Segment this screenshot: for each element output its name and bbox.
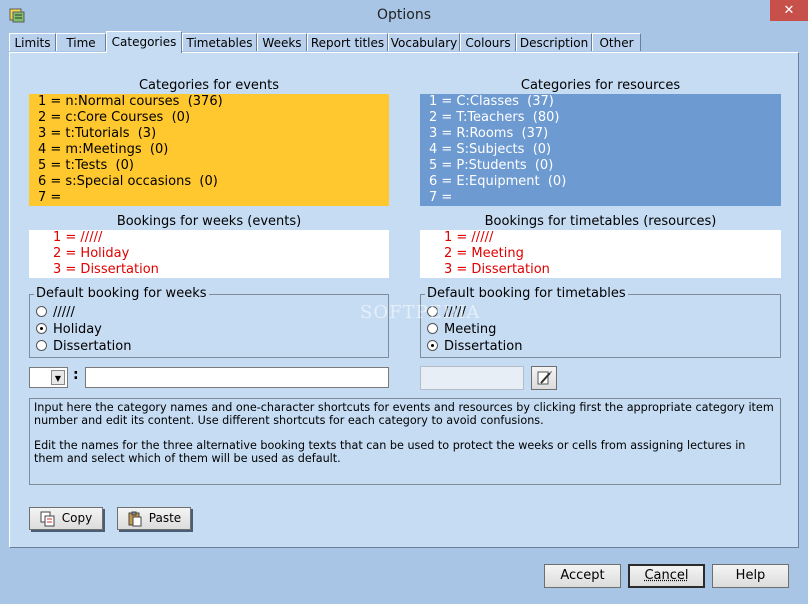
tab-colours[interactable]: Colours xyxy=(460,33,516,51)
accept-button[interactable]: Accept xyxy=(544,564,621,588)
paste-button[interactable]: Paste xyxy=(117,507,191,530)
list-item[interactable]: 7 = xyxy=(38,190,389,206)
list-item[interactable]: 4 = m:Meetings (0) xyxy=(38,142,389,158)
tab-timetables[interactable]: Timetables xyxy=(182,33,257,51)
list-item[interactable]: 1 = ///// xyxy=(53,230,389,246)
list-item[interactable]: 1 = n:Normal courses (376) xyxy=(38,94,389,110)
help-text-paragraph-1: Input here the category names and one-ch… xyxy=(34,401,774,427)
list-item[interactable]: 2 = Meeting xyxy=(444,246,781,262)
watermark: SOFTPEDIA xyxy=(360,302,481,323)
tab-report-titles[interactable]: Report titles xyxy=(307,33,388,51)
bookings-weeks-list[interactable]: 1 = ///// 2 = Holiday 3 = Dissertation xyxy=(29,230,389,278)
default-weeks-title: Default booking for weeks xyxy=(34,286,209,302)
default-weeks-group: Default booking for weeks ///// Holiday … xyxy=(29,286,389,358)
list-item[interactable]: 3 = R:Rooms (37) xyxy=(429,126,781,142)
chevron-down-icon[interactable]: ▼ xyxy=(51,370,65,385)
bookings-timetables-heading: Bookings for timetables (resources) xyxy=(484,214,717,229)
colon-separator: : xyxy=(73,367,79,383)
tab-other[interactable]: Other xyxy=(592,33,641,51)
radio-button[interactable] xyxy=(36,340,47,351)
tab-vocabulary[interactable]: Vocabulary xyxy=(388,33,460,51)
tab-limits[interactable]: Limits xyxy=(9,33,56,51)
events-heading: Categories for events xyxy=(138,78,279,93)
list-item[interactable]: 1 = ///// xyxy=(444,230,781,246)
default-weeks-option-0[interactable]: ///// xyxy=(36,304,75,321)
cancel-button[interactable]: Cancel xyxy=(628,564,705,588)
list-item[interactable]: 3 = Dissertation xyxy=(444,262,781,278)
resources-list[interactable]: 1 = C:Classes (37) 2 = T:Teachers (80) 3… xyxy=(420,94,781,206)
radio-button[interactable] xyxy=(427,323,438,334)
title-bar: Options ✕ xyxy=(0,0,808,30)
radio-button[interactable] xyxy=(36,323,47,334)
paste-icon xyxy=(128,511,142,526)
list-item[interactable]: 2 = T:Teachers (80) xyxy=(429,110,781,126)
list-item[interactable]: 3 = Dissertation xyxy=(53,262,389,278)
shortcut-combo[interactable]: ▼ xyxy=(29,367,68,388)
list-item[interactable]: 6 = E:Equipment (0) xyxy=(429,174,781,190)
edit-icon xyxy=(537,371,552,385)
default-weeks-option-1[interactable]: Holiday xyxy=(36,321,102,338)
copy-icon xyxy=(40,511,55,526)
list-item[interactable]: 3 = t:Tutorials (3) xyxy=(38,126,389,142)
list-item[interactable]: 6 = s:Special occasions (0) xyxy=(38,174,389,190)
tab-time[interactable]: Time xyxy=(56,33,106,51)
list-item[interactable]: 4 = S:Subjects (0) xyxy=(429,142,781,158)
tab-description[interactable]: Description xyxy=(516,33,592,51)
radio-button[interactable] xyxy=(36,306,47,317)
window-title: Options xyxy=(376,7,432,23)
default-timetables-option-2[interactable]: Dissertation xyxy=(427,338,522,355)
help-text-paragraph-2: Edit the names for the three alternative… xyxy=(34,439,746,465)
tab-categories[interactable]: Categories xyxy=(106,31,182,53)
help-text-box: Input here the category names and one-ch… xyxy=(29,398,781,485)
radio-button[interactable] xyxy=(427,340,438,351)
events-list[interactable]: 1 = n:Normal courses (376) 2 = c:Core Co… xyxy=(29,94,389,206)
default-timetables-title: Default booking for timetables xyxy=(425,286,628,302)
list-item[interactable]: 1 = C:Classes (37) xyxy=(429,94,781,110)
default-timetables-option-1[interactable]: Meeting xyxy=(427,321,496,338)
help-button[interactable]: Help xyxy=(712,564,789,588)
close-button[interactable]: ✕ xyxy=(770,0,808,21)
category-name-input[interactable] xyxy=(85,367,389,388)
list-item[interactable]: 2 = Holiday xyxy=(53,246,389,262)
list-item[interactable]: 5 = P:Students (0) xyxy=(429,158,781,174)
bookings-timetables-list[interactable]: 1 = ///// 2 = Meeting 3 = Dissertation xyxy=(420,230,781,278)
booking-text-input[interactable] xyxy=(420,366,524,390)
list-item[interactable]: 2 = c:Core Courses (0) xyxy=(38,110,389,126)
bookings-weeks-heading: Bookings for weeks (events) xyxy=(116,214,302,229)
resources-heading: Categories for resources xyxy=(520,78,681,93)
copy-button[interactable]: Copy xyxy=(29,507,103,530)
list-item[interactable]: 7 = xyxy=(429,190,781,206)
list-item[interactable]: 5 = t:Tests (0) xyxy=(38,158,389,174)
tab-weeks[interactable]: Weeks xyxy=(257,33,307,51)
default-weeks-option-2[interactable]: Dissertation xyxy=(36,338,131,355)
edit-button[interactable] xyxy=(531,366,557,390)
